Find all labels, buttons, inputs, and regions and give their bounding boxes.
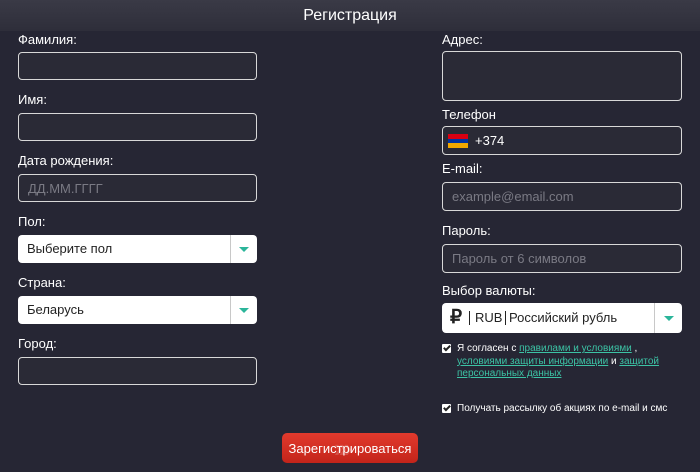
email-input[interactable] [442, 182, 682, 211]
register-button-label: Зарегистрироваться [288, 440, 412, 456]
currency-name: Российский рубль [509, 310, 618, 325]
surname-label: Фамилия: [18, 32, 77, 47]
birthdate-input[interactable] [18, 174, 257, 202]
phone-input[interactable]: +374 [442, 126, 682, 155]
country-label: Страна: [18, 275, 66, 290]
chevron-down-icon[interactable] [654, 303, 682, 333]
register-button[interactable]: ››› Зарегистрироваться [282, 433, 418, 463]
separator [505, 311, 506, 325]
separator [469, 311, 470, 325]
chevron-down-icon[interactable] [230, 235, 257, 263]
chevron-down-icon[interactable] [230, 296, 257, 324]
name-input[interactable] [18, 113, 257, 141]
privacy-link[interactable]: условиями защиты информации [457, 356, 608, 367]
birthdate-label: Дата рождения: [18, 153, 114, 168]
agree-text-comma: , [631, 343, 638, 354]
agree-text-and: и [608, 355, 620, 367]
agree-terms-text: Я согласен с правилами и условиями , усл… [457, 343, 682, 381]
currency-code: RUB [475, 310, 503, 325]
currency-select[interactable]: ₽ RUB Российский рубль [442, 303, 682, 333]
password-label: Пароль: [442, 223, 491, 238]
city-input[interactable] [18, 357, 257, 385]
newsletter-text: Получать рассылку об акциях по e-mail и … [457, 402, 668, 414]
ruble-icon: ₽ [450, 307, 463, 328]
gender-select[interactable]: Выберите пол [18, 235, 257, 263]
agree-terms-row: Я согласен с правилами и условиями , усл… [442, 343, 682, 381]
form-right-column: Адрес: Телефон +374 E-mail: Пароль: Выбо… [442, 31, 682, 415]
phone-country-code: +374 [475, 133, 505, 148]
email-label: E-mail: [442, 161, 483, 176]
address-textarea[interactable] [442, 51, 682, 101]
currency-label: Выбор валюты: [442, 283, 536, 298]
page-header: Регистрация [0, 0, 700, 31]
city-label: Город: [18, 336, 57, 351]
country-select[interactable]: Беларусь [18, 296, 257, 324]
gender-selected-value: Выберите пол [27, 241, 113, 256]
address-label: Адрес: [442, 32, 483, 47]
form-left-column: Фамилия: Имя: Дата рождения: Пол: Выбери… [18, 31, 257, 385]
agree-text-prefix: Я согласен с [457, 343, 520, 354]
country-selected-value: Беларусь [27, 302, 84, 317]
terms-link[interactable]: правилами и условиями [519, 343, 632, 354]
password-input[interactable] [442, 244, 682, 273]
page-title: Регистрация [303, 7, 397, 24]
gender-label: Пол: [18, 214, 46, 229]
newsletter-checkbox[interactable] [442, 403, 451, 413]
newsletter-row: Получать рассылку об акциях по e-mail и … [442, 403, 682, 416]
phone-label: Телефон [442, 107, 496, 122]
armenia-flag-icon[interactable] [448, 134, 468, 149]
agree-terms-checkbox[interactable] [442, 344, 451, 353]
surname-input[interactable] [18, 52, 257, 80]
name-label: Имя: [18, 92, 47, 107]
